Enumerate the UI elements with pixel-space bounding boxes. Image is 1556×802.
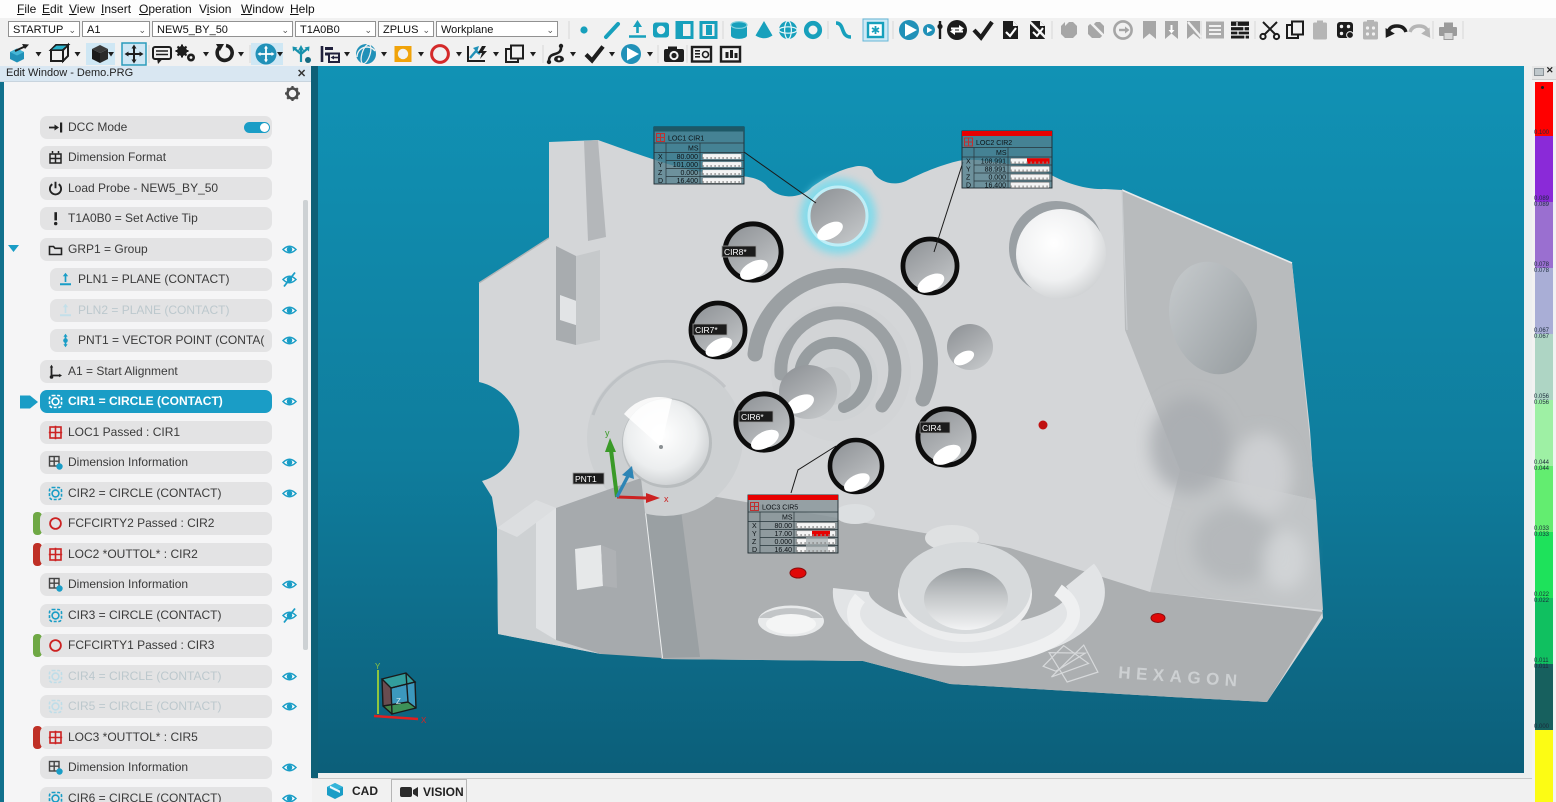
svg-text:80.000: 80.000 [677, 154, 699, 161]
svg-text:Y: Y [658, 162, 663, 169]
svg-text:Y: Y [375, 662, 381, 671]
svg-text:y: y [605, 428, 610, 438]
svg-text:80.00: 80.00 [774, 523, 792, 530]
svg-text:0.000: 0.000 [680, 170, 698, 177]
svg-text:X: X [658, 154, 663, 161]
svg-text:88.991: 88.991 [985, 167, 1007, 174]
svg-text:D: D [752, 547, 757, 554]
svg-text:CIR6*: CIR6* [741, 412, 764, 422]
svg-text:16.400: 16.400 [677, 178, 699, 185]
svg-text:X: X [421, 716, 427, 725]
svg-text:X: X [966, 159, 971, 166]
svg-text:LOC2 CIR2: LOC2 CIR2 [976, 140, 1012, 147]
svg-text:PNT1: PNT1 [575, 474, 597, 484]
svg-text:Y: Y [966, 167, 971, 174]
svg-text:16.400: 16.400 [985, 183, 1007, 190]
svg-text:x: x [664, 494, 669, 504]
svg-text:D: D [966, 183, 971, 190]
svg-text:0.000: 0.000 [988, 175, 1006, 182]
svg-text:17.00: 17.00 [774, 531, 792, 538]
svg-text:Y: Y [752, 531, 757, 538]
svg-text:X: X [752, 523, 757, 530]
svg-text:LOC3 CIR5: LOC3 CIR5 [762, 505, 798, 512]
svg-text:Z: Z [658, 170, 663, 177]
svg-text:101.000: 101.000 [673, 162, 698, 169]
svg-text:CIR8*: CIR8* [724, 247, 747, 257]
svg-text:LOC1 CIR1: LOC1 CIR1 [668, 136, 704, 143]
svg-text:D: D [658, 178, 663, 185]
svg-text:CIR7*: CIR7* [695, 325, 718, 335]
svg-text:Z: Z [752, 539, 757, 546]
svg-text:108.991: 108.991 [981, 159, 1006, 166]
svg-text:MS: MS [996, 150, 1007, 157]
svg-text:MS: MS [782, 515, 793, 522]
svg-text:Z: Z [966, 175, 971, 182]
svg-text:CIR4: CIR4 [922, 423, 942, 433]
svg-text:0.000: 0.000 [774, 539, 792, 546]
svg-text:Z: Z [396, 697, 401, 706]
svg-text:MS: MS [688, 146, 699, 153]
svg-text:16.40: 16.40 [774, 547, 792, 554]
